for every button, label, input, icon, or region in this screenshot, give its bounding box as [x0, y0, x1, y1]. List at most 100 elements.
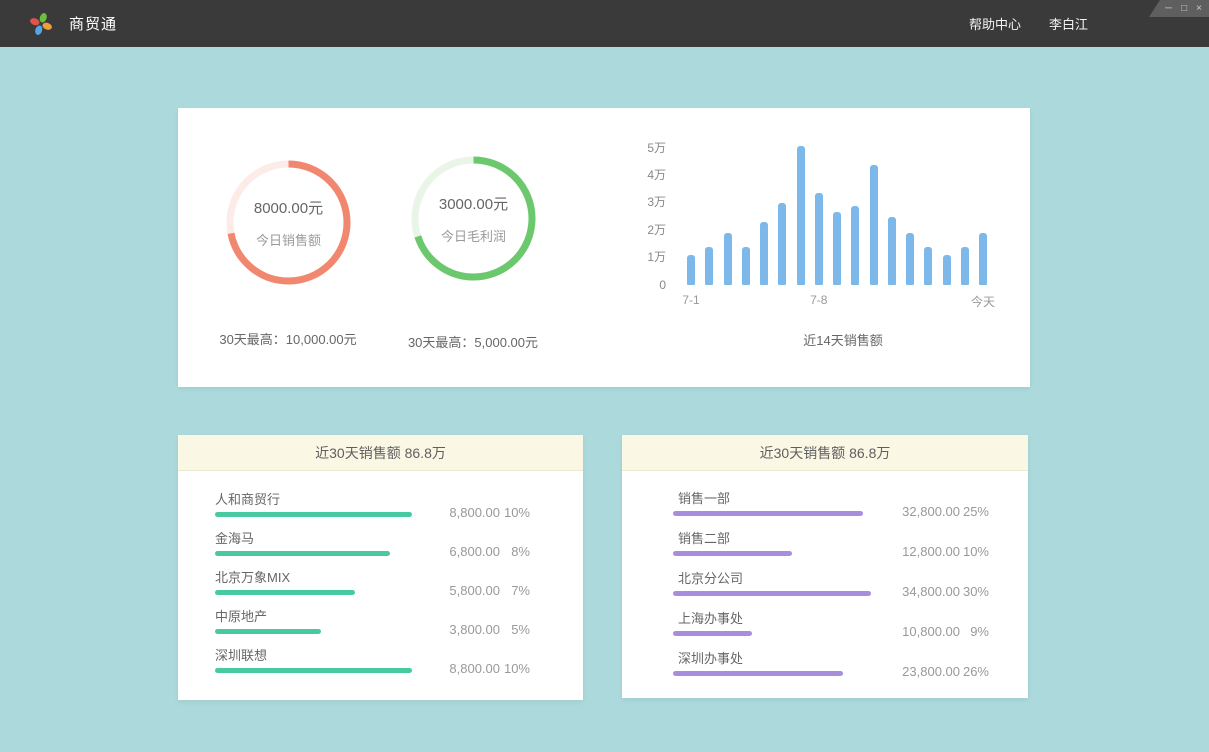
bar [888, 217, 896, 285]
close-icon[interactable]: × [1196, 4, 1202, 14]
item-name: 深圳联想 [215, 645, 583, 661]
item-bar [215, 629, 321, 634]
item-name: 中原地产 [215, 606, 583, 622]
bar [705, 247, 713, 285]
item-bar-track [673, 631, 871, 636]
departments-card-title: 近30天销售额 86.8万 [622, 435, 1028, 471]
bar [815, 193, 823, 285]
today-profit-30d-max: 30天最高：5,000.00元 [363, 332, 583, 351]
customers-list: 人和商贸行 8,800.0010% 金海马 6,800.008% 北京万象MIX… [178, 471, 583, 684]
item-amount: 3,800.00 [449, 622, 500, 637]
window-controls: ─ □ × [1149, 0, 1209, 17]
item-percent: 8% [500, 544, 530, 559]
dashboard-content: 8000.00元 今日销售额 30天最高：10,000.00元 3000.00元… [0, 47, 1209, 752]
bar [778, 203, 786, 285]
y-tick-label: 2万 [647, 221, 666, 238]
item-values: 3,800.005% [449, 622, 530, 637]
bar [961, 247, 969, 285]
titlebar: 商贸通 帮助中心 李白江 ─ □ × [0, 0, 1209, 47]
item-amount: 8,800.00 [449, 505, 500, 520]
item-bar-track [673, 511, 871, 516]
bar [979, 233, 987, 285]
item-amount: 23,800.00 [902, 664, 960, 679]
item-values: 23,800.0026% [902, 664, 989, 679]
item-values: 34,800.0030% [902, 584, 989, 599]
list-item: 北京分公司 34,800.0030% [673, 568, 1028, 608]
item-name: 上海办事处 [678, 608, 1028, 624]
item-amount: 8,800.00 [449, 661, 500, 676]
bar-x-labels: 7-17-8今天 [687, 293, 987, 309]
list-item: 深圳办事处 23,800.0026% [673, 648, 1028, 688]
item-name: 销售一部 [678, 488, 1028, 504]
today-sales-donut-center: 8000.00元 今日销售额 [226, 160, 351, 285]
y-tick-label: 4万 [647, 166, 666, 183]
app-logo-icon [28, 11, 54, 37]
item-name: 北京万象MIX [215, 567, 583, 583]
item-percent: 10% [500, 505, 530, 520]
item-percent: 26% [960, 664, 989, 679]
y-tick-label: 1万 [647, 248, 666, 265]
today-profit-donut-center: 3000.00元 今日毛利润 [411, 156, 536, 281]
y-tick-label: 5万 [647, 139, 666, 156]
bar [943, 255, 951, 285]
app-window: 商贸通 帮助中心 李白江 ─ □ × 8000.00元 今日销售额 30天最高：… [0, 0, 1209, 752]
y-tick-label: 3万 [647, 193, 666, 210]
menu-help-center[interactable]: 帮助中心 [969, 14, 1021, 33]
customers-card: 近30天销售额 86.8万 人和商贸行 8,800.0010% 金海马 6,80… [178, 435, 583, 700]
bar-y-axis: 0 1万 2万 3万 4万 5万 [591, 149, 666, 285]
bar [851, 206, 859, 285]
item-bar-track [673, 671, 871, 676]
item-percent: 5% [500, 622, 530, 637]
list-item: 销售一部 32,800.0025% [673, 488, 1028, 528]
x-tick-label: 7-1 [682, 293, 699, 307]
list-item: 销售二部 12,800.0010% [673, 528, 1028, 568]
item-values: 6,800.008% [449, 544, 530, 559]
item-bar [215, 512, 412, 517]
menu-user[interactable]: 李白江 [1049, 14, 1088, 33]
departments-list: 销售一部 32,800.0025% 销售二部 12,800.0010% 北京分公… [622, 471, 1028, 688]
list-item: 人和商贸行 8,800.0010% [215, 489, 583, 528]
bar [724, 233, 732, 285]
item-bar-track [215, 551, 412, 556]
item-name: 金海马 [215, 528, 583, 544]
item-bar [673, 671, 843, 676]
list-item: 北京万象MIX 5,800.007% [215, 567, 583, 606]
app-title: 商贸通 [69, 13, 117, 34]
item-percent: 10% [500, 661, 530, 676]
item-bar [215, 551, 390, 556]
item-percent: 30% [960, 584, 989, 599]
item-bar [673, 591, 871, 596]
list-item: 中原地产 3,800.005% [215, 606, 583, 645]
item-values: 5,800.007% [449, 583, 530, 598]
bar [924, 247, 932, 285]
item-amount: 32,800.00 [902, 504, 960, 519]
bar [687, 255, 695, 285]
item-bar-track [215, 512, 412, 517]
item-bar [673, 551, 792, 556]
item-percent: 10% [960, 544, 989, 559]
item-values: 12,800.0010% [902, 544, 989, 559]
item-bar-track [215, 668, 412, 673]
today-sales-value: 8000.00元 [254, 197, 323, 218]
today-sales-label: 今日销售额 [256, 230, 321, 249]
bar [742, 247, 750, 285]
item-amount: 12,800.00 [902, 544, 960, 559]
item-bar [215, 590, 355, 595]
maximize-icon[interactable]: □ [1181, 4, 1187, 14]
bar-plot [687, 149, 987, 285]
item-bar [673, 631, 752, 636]
item-amount: 10,800.00 [902, 624, 960, 639]
item-bar [215, 668, 412, 673]
today-profit-value: 3000.00元 [439, 193, 508, 214]
item-amount: 5,800.00 [449, 583, 500, 598]
x-tick-label: 今天 [971, 293, 995, 310]
item-bar-track [673, 591, 871, 596]
today-profit-label: 今日毛利润 [441, 226, 506, 245]
item-values: 8,800.0010% [449, 505, 530, 520]
item-name: 深圳办事处 [678, 648, 1028, 664]
y-tick-label: 0 [659, 278, 666, 292]
list-item: 上海办事处 10,800.009% [673, 608, 1028, 648]
minimize-icon[interactable]: ─ [1165, 4, 1172, 14]
bar [797, 146, 805, 285]
item-bar-track [215, 590, 412, 595]
